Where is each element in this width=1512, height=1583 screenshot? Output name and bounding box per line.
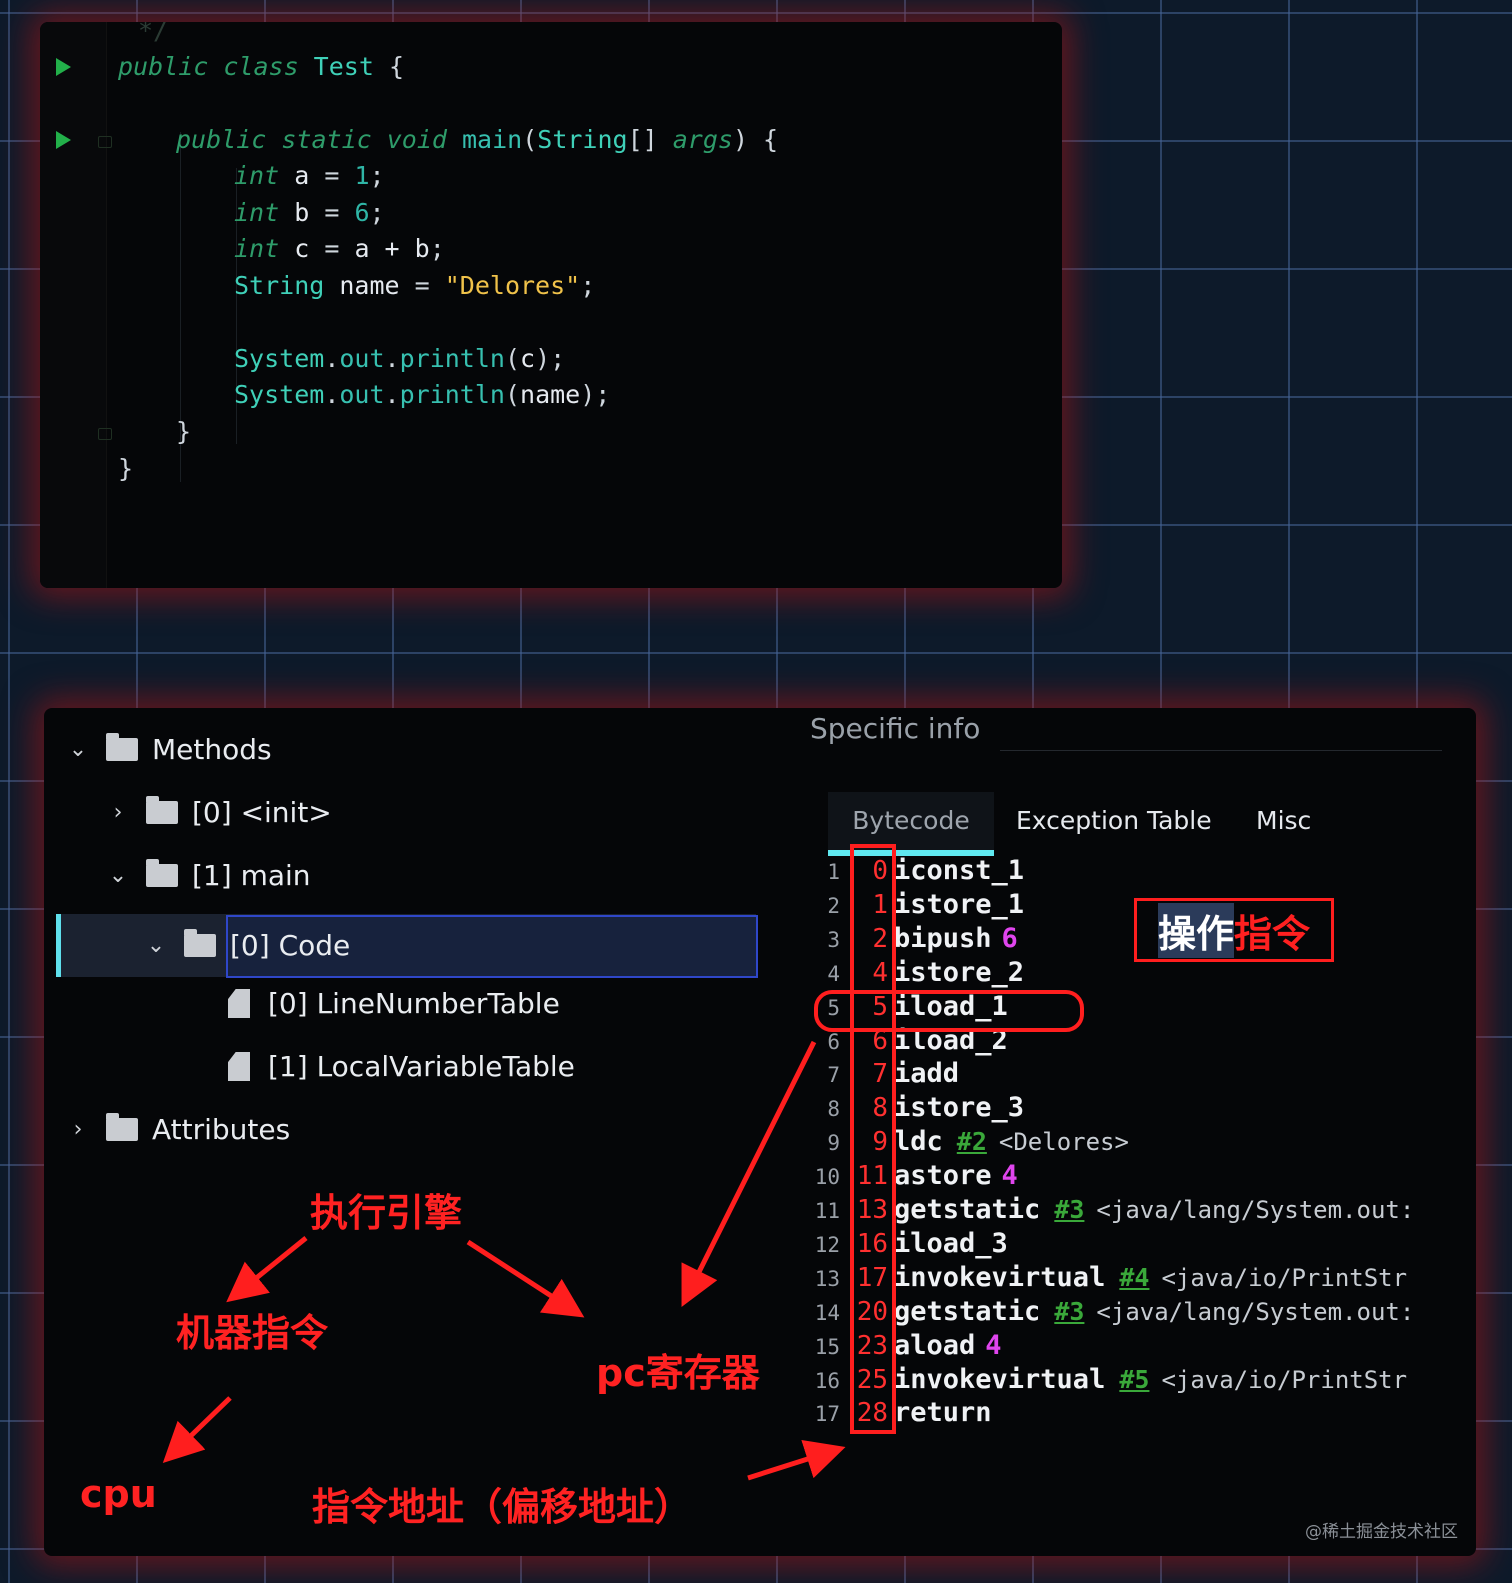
editor-gutter [40,22,107,588]
code-line: public class Test { [118,52,404,81]
code-line: String name = "Delores"; [234,271,596,300]
watermark: @稀土掘金技术社区 [1305,1522,1458,1542]
class-viewer-panel: ⌄ Methods › [0] <init> ⌄ [1] main ⌄ [0] … [44,708,1476,1556]
run-main-icon[interactable] [56,131,71,149]
annotation-arrows [162,1040,846,1481]
code-line: int a = 1; [234,161,385,190]
code-line: int b = 6; [234,198,385,227]
fold-icon[interactable] [98,136,112,148]
code-line: int c = a + b; [234,234,445,263]
fold-icon[interactable] [98,428,112,440]
run-class-icon[interactable] [56,58,71,76]
code-line: */ [138,22,169,45]
arrow-engine-to-machine [226,1236,308,1303]
code-editor[interactable]: */ public class Test { public static voi… [40,22,1062,588]
code-line: System.out.println(name); [234,380,611,409]
code-line: } [176,417,192,446]
arrow-pc-to-instruction [681,1040,817,1307]
code-line: } [118,454,134,483]
arrow-address-to-offsets [747,1440,846,1481]
code-line: public static void main(String[] args) { [176,125,779,154]
arrow-machine-to-cpu [162,1396,232,1463]
code-line: System.out.println(c); [234,344,566,373]
arrow-engine-to-pc [466,1239,585,1318]
